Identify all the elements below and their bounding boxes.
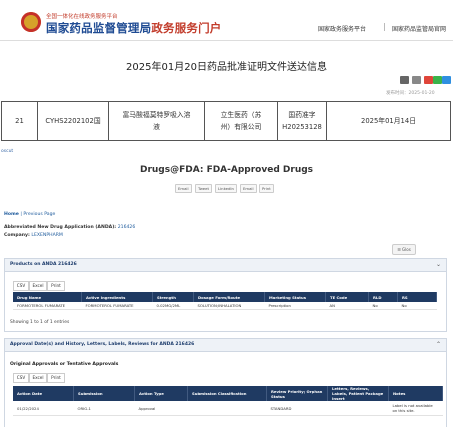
column-header[interactable]: Dosage Form/Route: [193, 292, 265, 302]
table-row: FORMOTEROL FUMARATE FORMOTEROL FUMARATE …: [13, 302, 437, 310]
column-header[interactable]: Marketing Status: [264, 292, 326, 302]
column-header[interactable]: TE Code: [325, 292, 369, 302]
home-link[interactable]: Home: [4, 212, 19, 217]
download-icon[interactable]: [400, 76, 409, 84]
column-header[interactable]: Drug Name: [13, 292, 82, 302]
weibo-share-icon[interactable]: [424, 76, 433, 84]
publish-date: 发布时间：2025-01-20: [386, 91, 435, 96]
notice-title: 2025年01月20日药品批准证明文件送达信息: [126, 62, 327, 73]
table-cell: FORMOTEROL FUMARATE: [81, 302, 153, 310]
company-name: 立生医药（苏 州）有限公司: [204, 101, 278, 141]
approval-table: 21 CYHS2202102国 富马酸福莫特罗吸入溶液 立生医药（苏 州）有限公司…: [1, 101, 451, 141]
excel-button[interactable]: Excel: [29, 281, 47, 291]
table-info: Showing 1 to 1 of 1 entries: [10, 320, 70, 325]
chevron-up-icon[interactable]: ⌃: [436, 341, 441, 348]
print-button[interactable]: Print: [47, 373, 65, 383]
column-header[interactable]: Notes: [388, 386, 443, 401]
site-subtitle: 全国一体化在线政务服务平台: [46, 14, 118, 20]
column-header[interactable]: Submission: [73, 386, 135, 401]
nav-divider: [384, 23, 385, 31]
breadcrumb: Home | Previous Page: [4, 212, 56, 217]
history-panel-title: Approval Date(s) and History, Letters, L…: [10, 342, 195, 347]
table-cell: ORIG-1: [73, 401, 135, 416]
table-cell: FORMOTEROL FUMARATE: [13, 302, 82, 310]
csv-button[interactable]: CSV: [13, 373, 29, 383]
chevron-down-icon[interactable]: ⌄: [436, 261, 441, 268]
column-header[interactable]: RLD: [368, 292, 398, 302]
history-panel-header[interactable]: Approval Date(s) and History, Letters, L…: [5, 339, 446, 352]
table-cell: SOLUTION;INHALATION: [193, 302, 265, 310]
company-name: Company: LEXENPHARM: [4, 233, 63, 238]
column-header[interactable]: Strength: [152, 292, 194, 302]
products-table: Drug Name Active Ingredients Strength Do…: [13, 292, 437, 310]
table-cell: No: [368, 302, 398, 310]
row-index: 21: [1, 101, 38, 141]
column-header[interactable]: Review Priority; Orphan Status: [266, 386, 328, 401]
products-panel: Products on ANDA 216426 ⌄ CSV Excel Prin…: [4, 258, 447, 332]
print-icon[interactable]: [412, 76, 421, 84]
previous-page-link[interactable]: Previous Page: [23, 212, 55, 217]
print-button[interactable]: Print: [47, 281, 65, 291]
table-cell: [327, 401, 389, 416]
table-row: 21 CYHS2202102国 富马酸福莫特罗吸入溶液 立生医药（苏 州）有限公司…: [1, 101, 451, 141]
qq-share-icon[interactable]: [442, 76, 451, 84]
site-header: 全国一体化在线政务服务平台 国家药品监督管理局政务服务门户 国家政务服务平台 国…: [0, 0, 453, 41]
approval-number: 国药准字 H20253128: [277, 101, 327, 141]
nav-link-national-service[interactable]: 国家政务服务平台: [318, 24, 366, 33]
original-approvals-label: Original Approvals or Tentative Approval…: [10, 362, 119, 367]
column-header[interactable]: Submission Classification: [187, 386, 267, 401]
acceptance-code: CYHS2202102国: [37, 101, 109, 141]
history-table: Action Date Submission Action Type Submi…: [13, 386, 443, 416]
table-cell: Prescription: [264, 302, 326, 310]
table-cell: STANDARD: [266, 401, 328, 416]
column-header[interactable]: Letters, Reviews, Labels, Patient Packag…: [327, 386, 389, 401]
table-header-row: Action Date Submission Action Type Submi…: [13, 386, 443, 401]
fda-page-title: Drugs@FDA: FDA-Approved Drugs: [139, 165, 314, 175]
csv-button[interactable]: CSV: [13, 281, 29, 291]
products-panel-header[interactable]: Products on ANDA 216426 ⌄: [5, 259, 446, 272]
glossary-button[interactable]: ☰ Glos: [392, 244, 416, 255]
table-cell: Approval: [134, 401, 188, 416]
column-header[interactable]: RS: [397, 292, 437, 302]
table-cell: 0.02MG/2ML: [152, 302, 194, 310]
drug-name: 富马酸福莫特罗吸入溶液: [108, 101, 205, 141]
table-cell: 01/22/2024: [13, 401, 74, 416]
nav-link-nmpa-official[interactable]: 国家药品监管局官网: [392, 24, 446, 33]
table-header-row: Drug Name Active Ingredients Strength Do…: [13, 292, 437, 302]
print-button[interactable]: Print: [259, 184, 274, 193]
screenshot-label: oscut: [1, 149, 14, 154]
tweet-share-button[interactable]: Tweet: [195, 184, 212, 193]
national-emblem-icon: [21, 12, 41, 32]
approval-date: 2025年01月14日: [326, 101, 451, 141]
email-share-button[interactable]: Email: [175, 184, 192, 193]
column-header[interactable]: Active Ingredients: [81, 292, 153, 302]
table-cell: No: [397, 302, 437, 310]
column-header[interactable]: Action Type: [134, 386, 188, 401]
linkedin-share-button[interactable]: LinkedIn: [215, 184, 237, 193]
column-header[interactable]: Action Date: [13, 386, 74, 401]
application-number: Abbreviated New Drug Application (ANDA):…: [4, 225, 136, 230]
table-cell: [187, 401, 267, 416]
excel-button[interactable]: Excel: [29, 373, 47, 383]
table-cell: AN: [325, 302, 369, 310]
table-cell: Label is not available on this site.: [388, 401, 443, 416]
table-row: 01/22/2024 ORIG-1 Approval STANDARD Labe…: [13, 401, 443, 416]
site-title[interactable]: 国家药品监督管理局政务服务门户: [46, 20, 222, 36]
products-panel-title: Products on ANDA 216426: [10, 262, 77, 267]
history-panel: Approval Date(s) and History, Letters, L…: [4, 338, 447, 427]
wechat-share-icon[interactable]: [433, 76, 442, 84]
email-button[interactable]: Email: [240, 184, 257, 193]
